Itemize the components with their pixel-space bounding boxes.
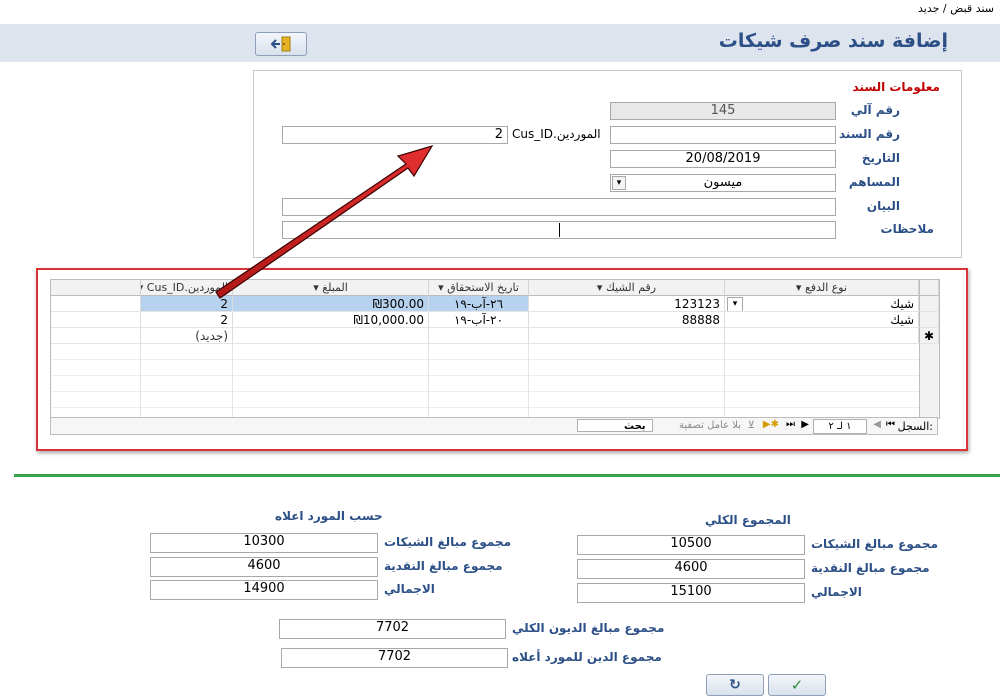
search-input[interactable]: بحث — [577, 419, 653, 432]
grid-new-row[interactable]: (جديد) — [141, 328, 233, 344]
text-cursor — [559, 223, 560, 237]
first-record-icon[interactable]: ⏮ — [886, 419, 895, 430]
grid-cell-check-number[interactable]: 88888 — [529, 312, 725, 328]
supplier-grand-label: الاجمالي — [384, 582, 435, 596]
total-cash-label: مجموع مبالغ النقدية — [811, 561, 930, 575]
supplier-summary-title: حسب المورد اعلاه — [275, 509, 383, 523]
total-debts-label: مجموع مبالغ الديون الكلي — [512, 621, 665, 635]
date-label: التاريخ — [861, 151, 900, 165]
total-grand-label: الاجمالي — [811, 585, 862, 599]
supplier-checks-field: 10300 — [150, 533, 378, 553]
row-selector[interactable] — [919, 312, 939, 328]
grid-header-due-date[interactable]: تاريخ الاستحقاق ▾ — [429, 280, 529, 296]
grid-header-check-number[interactable]: رقم الشيك ▾ — [529, 280, 725, 296]
auto-number-field: 145 — [610, 102, 836, 120]
total-checks-label: مجموع مبالغ الشيكات — [811, 537, 939, 551]
checkmark-icon: ✓ — [790, 676, 804, 694]
grid-header-payment-type[interactable]: نوع الدفع ▾ — [725, 280, 919, 296]
voucher-number-input[interactable] — [610, 126, 836, 144]
contributor-value: ميسون — [703, 175, 743, 190]
statement-label: البيان — [866, 199, 900, 213]
section-title: معلومات السند — [852, 80, 940, 94]
filter-icon[interactable]: ⊻ — [748, 420, 755, 431]
supplier-cash-field: 4600 — [150, 557, 378, 577]
grid-cell-check-number[interactable]: 123123 — [529, 296, 725, 312]
grid-empty-area — [51, 344, 919, 418]
grid-cell-due-date[interactable]: ٢٠-آب-١٩ — [429, 312, 529, 328]
page-title: إضافة سند صرف شيكات — [718, 30, 948, 52]
prev-record-icon[interactable]: ◀ — [873, 419, 881, 430]
no-filter-label[interactable]: بلا عامل تصفية — [679, 420, 741, 431]
record-label: السجل: — [897, 420, 933, 433]
total-debts-field: 7702 — [279, 619, 506, 639]
row-selector[interactable] — [919, 296, 939, 312]
chevron-down-icon[interactable]: ▾ — [612, 176, 626, 190]
grid-cell-due-date[interactable]: ٢٦-آب-١٩ — [429, 296, 529, 312]
refresh-button[interactable]: ↻ — [706, 674, 764, 696]
total-summary-title: المجموع الكلي — [705, 513, 791, 527]
total-cash-field: 4600 — [577, 559, 805, 579]
chevron-down-icon[interactable]: ▾ — [727, 297, 743, 311]
supplier-debt-field: 7702 — [281, 648, 508, 668]
checks-grid[interactable]: الموردين.Cus_ID ▾ المبلغ ▾ تاريخ الاستحق… — [50, 279, 940, 419]
supplier-field-label: الموردين.Cus_ID — [512, 127, 601, 141]
refresh-icon: ↻ — [729, 677, 741, 693]
voucher-number-label: رقم السند — [838, 127, 900, 141]
total-checks-field: 10500 — [577, 535, 805, 555]
supplier-checks-label: مجموع مبالغ الشيكات — [384, 535, 512, 549]
grid-cell-amount[interactable]: ₪10,000.00 — [233, 312, 429, 328]
exit-button[interactable] — [255, 32, 307, 56]
breadcrumb: سند قبض / جديد — [918, 2, 994, 15]
grid-cell-payment-type[interactable]: شيك ▾ — [725, 296, 919, 312]
save-button[interactable]: ✓ — [768, 674, 826, 696]
exit-door-icon — [270, 36, 291, 52]
supplier-debt-label: مجموع الدين للمورد أعلاه — [512, 650, 662, 664]
grid-cell-payment-type[interactable]: شيك — [725, 312, 919, 328]
supplier-cash-label: مجموع مبالغ النقدية — [384, 559, 503, 573]
contributor-label: المساهم — [848, 175, 900, 189]
last-record-icon[interactable]: ⏭ — [786, 419, 795, 430]
new-record-nav-icon[interactable]: ▶✱ — [763, 419, 779, 430]
annotation-arrow — [215, 144, 434, 299]
supplier-grand-field: 14900 — [150, 580, 378, 600]
next-record-icon[interactable]: ▶ — [801, 419, 809, 430]
grid-select-all[interactable] — [919, 280, 939, 296]
contributor-select[interactable]: ميسون ▾ — [610, 174, 836, 192]
record-position-input[interactable]: ١ لـ ٢ — [813, 419, 867, 434]
notes-label: ملاحظات — [880, 222, 934, 236]
date-input[interactable]: 20/08/2019 — [610, 150, 836, 168]
record-navigator: السجل: ⏮ ◀ ١ لـ ٢ ▶ ⏭ ▶✱ ⊻ بلا عامل تصفي… — [50, 417, 938, 435]
auto-number-label: رقم آلي — [850, 103, 900, 117]
grid-header-empty — [51, 280, 141, 296]
section-divider — [14, 474, 1000, 477]
total-grand-field: 15100 — [577, 583, 805, 603]
grid-cell-supplier[interactable]: 2 — [141, 312, 233, 328]
new-record-icon: ✱ — [919, 328, 939, 344]
